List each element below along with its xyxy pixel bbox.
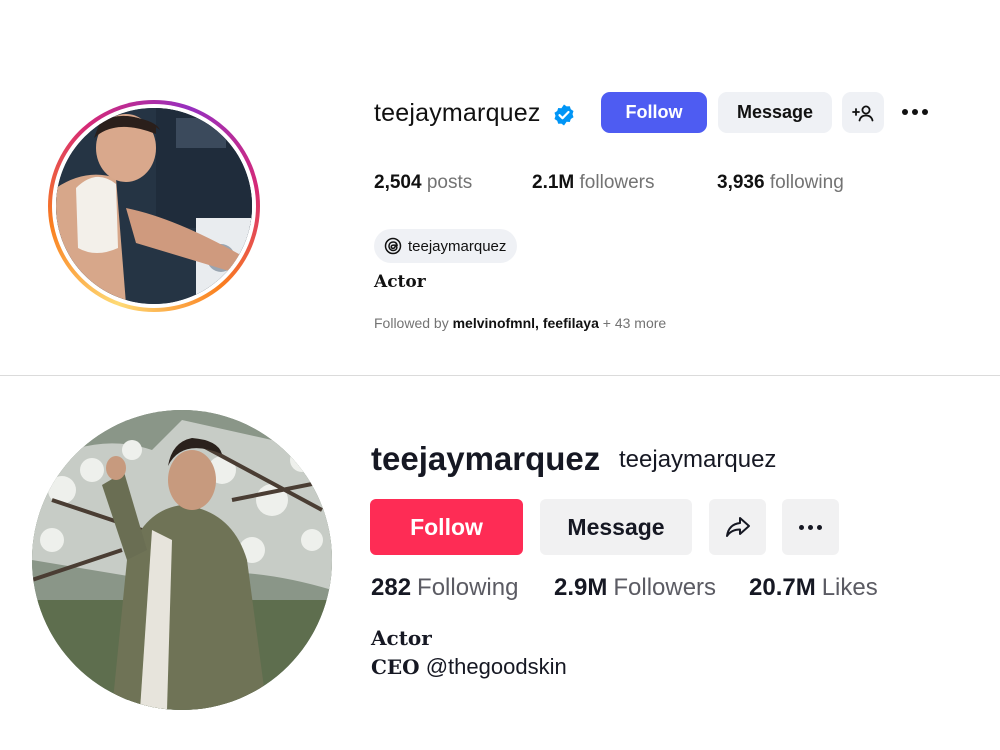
message-button[interactable]: Message bbox=[718, 92, 832, 133]
threads-link[interactable]: teejaymarquez bbox=[374, 229, 517, 263]
tiktok-bio-line-1: Actor bbox=[371, 626, 432, 650]
tiktok-message-button[interactable]: Message bbox=[540, 499, 692, 555]
followed-by-text[interactable]: Followed by melvinofmnl, feefilaya + 43 … bbox=[374, 315, 666, 331]
threads-handle: teejaymarquez bbox=[408, 237, 507, 255]
share-button[interactable] bbox=[709, 499, 766, 555]
add-user-icon bbox=[852, 105, 874, 121]
verified-badge-icon bbox=[552, 103, 576, 127]
tiktok-profile-avatar bbox=[32, 410, 332, 710]
bio-mention-link[interactable]: @thegoodskin bbox=[426, 654, 567, 679]
profile-avatar-ring[interactable] bbox=[48, 100, 260, 312]
tiktok-following-count[interactable]: 282 Following bbox=[371, 574, 518, 602]
tiktok-nickname: teejaymarquez bbox=[619, 446, 777, 473]
tiktok-followers-count[interactable]: 2.9M Followers bbox=[554, 574, 716, 602]
section-divider bbox=[0, 375, 1000, 376]
tiktok-more-options-icon[interactable] bbox=[782, 499, 839, 555]
tiktok-bio-line-2: CEO @thegoodskin bbox=[371, 654, 567, 679]
following-count[interactable]: 3,936 following bbox=[717, 172, 844, 194]
more-options-icon[interactable] bbox=[900, 102, 930, 122]
profile-avatar bbox=[56, 108, 252, 304]
follow-button[interactable]: Follow bbox=[601, 92, 707, 133]
threads-icon bbox=[384, 237, 402, 255]
profile-username: teejaymarquez bbox=[374, 99, 541, 127]
tiktok-follow-button[interactable]: Follow bbox=[370, 499, 523, 555]
profile-bio: Actor bbox=[374, 272, 426, 292]
share-icon bbox=[725, 517, 750, 537]
posts-count: 2,504 posts bbox=[374, 172, 473, 193]
followers-count[interactable]: 2.1M followers bbox=[532, 172, 655, 194]
add-user-button[interactable] bbox=[842, 92, 884, 133]
tiktok-likes-count: 20.7M Likes bbox=[749, 574, 878, 601]
instagram-profile-header: teejaymarquez Follow Message 2,504 posts… bbox=[0, 0, 1000, 376]
tiktok-username: teejaymarquez bbox=[371, 440, 601, 477]
